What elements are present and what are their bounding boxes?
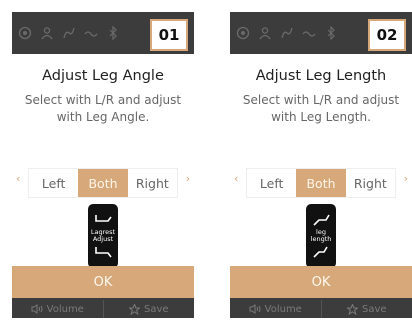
wave-icon[interactable] (302, 26, 316, 40)
dialog-instruction: Select with L/R and adjust with Leg Leng… (242, 93, 400, 124)
save-label: Save (361, 303, 387, 315)
bluetooth-icon[interactable] (106, 26, 120, 40)
volume-button[interactable]: Volume (12, 300, 103, 318)
side-selector: Left Both Right (28, 168, 178, 198)
adjust-dialog: Adjust Leg Angle Select with L/R and adj… (12, 54, 194, 268)
leg-extend-icon (313, 214, 330, 226)
bottom-bar: Volume Save (230, 300, 412, 318)
volume-button[interactable]: Volume (230, 300, 321, 318)
leg-angle-adjust-icon: Lagrest Adjust (88, 204, 118, 268)
ok-button[interactable]: OK (12, 266, 194, 298)
save-button[interactable]: Save (320, 300, 412, 318)
leg-down-icon (95, 247, 112, 258)
ok-button[interactable]: OK (230, 266, 412, 298)
adjust-icon-label: Lagrest Adjust (90, 228, 116, 243)
bluetooth-icon[interactable] (324, 26, 338, 40)
panel-screen-leg-angle: 01 Adjust Leg Angle Select with L/R and … (12, 12, 194, 318)
chevron-right-icon[interactable]: › (186, 172, 190, 185)
option-both[interactable]: Both (296, 169, 346, 197)
volume-label: Volume (264, 303, 302, 315)
user-icon[interactable] (258, 26, 272, 40)
chevron-left-icon[interactable]: ‹ (16, 172, 20, 185)
adjust-dialog: Adjust Leg Length Select with L/R and ad… (230, 54, 412, 268)
leg-length-adjust-icon: leg length (306, 204, 336, 268)
option-left[interactable]: Left (29, 169, 79, 197)
dialog-instruction: Select with L/R and adjust with Leg Angl… (24, 93, 182, 124)
panel-screen-leg-length: 02 Adjust Leg Length Select with L/R and… (230, 12, 412, 318)
dialog-title: Adjust Leg Angle (42, 68, 164, 84)
save-button[interactable]: Save (102, 300, 195, 318)
chevron-right-icon[interactable]: › (404, 172, 408, 185)
star-icon (128, 303, 140, 315)
wave-icon[interactable] (84, 26, 98, 40)
speaker-icon (249, 304, 261, 314)
save-label: Save (143, 303, 169, 315)
step-badge: 02 (368, 19, 406, 51)
option-both[interactable]: Both (78, 169, 128, 197)
option-right[interactable]: Right (345, 169, 395, 197)
massage-icon[interactable] (62, 26, 76, 40)
settings-icon[interactable] (18, 26, 32, 40)
dialog-title: Adjust Leg Length (255, 68, 387, 84)
star-icon (346, 303, 358, 315)
user-icon[interactable] (40, 26, 54, 40)
massage-icon[interactable] (280, 26, 294, 40)
adjust-icon-label: leg length (310, 228, 332, 243)
volume-label: Volume (46, 303, 84, 315)
chevron-left-icon[interactable]: ‹ (234, 172, 238, 185)
side-selector: Left Both Right (246, 168, 396, 198)
option-left[interactable]: Left (247, 169, 297, 197)
leg-up-icon (95, 215, 112, 222)
bottom-bar: Volume Save (12, 300, 194, 318)
leg-retract-icon (313, 246, 328, 258)
step-badge: 01 (150, 19, 188, 51)
settings-icon[interactable] (236, 26, 250, 40)
option-right[interactable]: Right (127, 169, 177, 197)
speaker-icon (31, 304, 43, 314)
